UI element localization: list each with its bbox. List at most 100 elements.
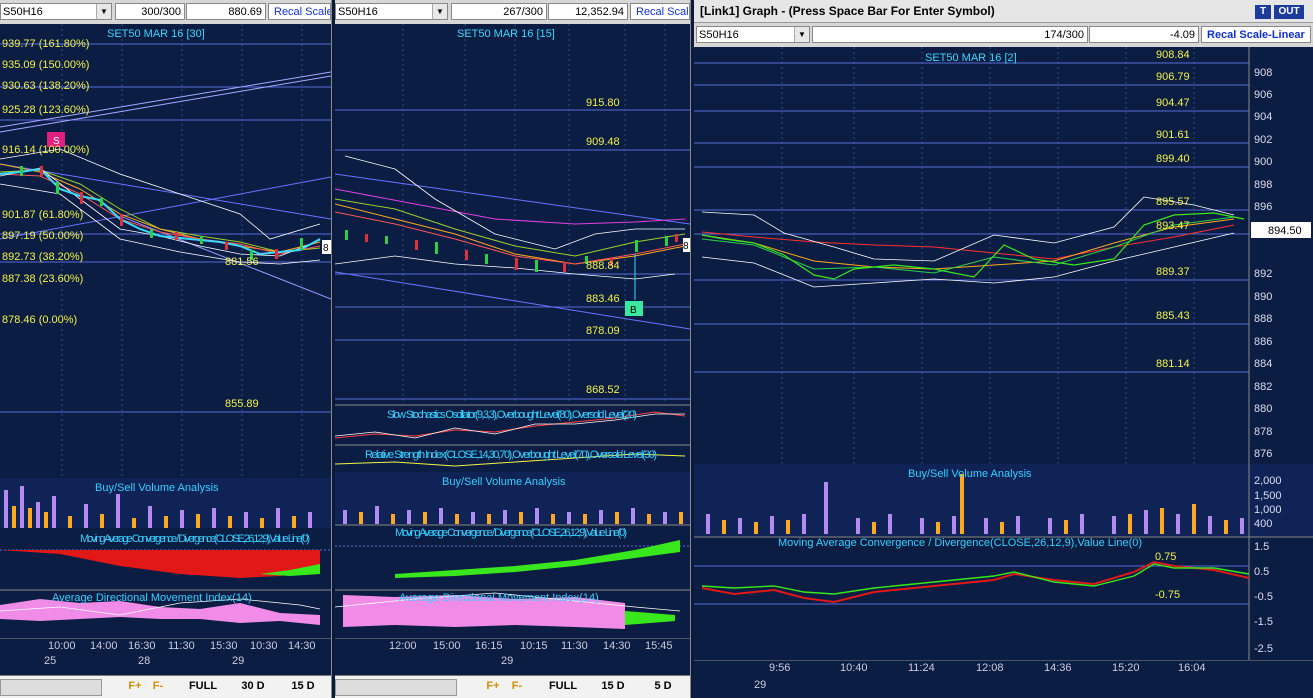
svg-text:881.14: 881.14 xyxy=(1156,358,1190,370)
last-value-field: 880.69 xyxy=(186,3,266,20)
time-axis: 10:00 14:00 16:30 11:30 15:30 10:30 14:30 2… xyxy=(0,638,331,667)
svg-text:-1.5: -1.5 xyxy=(1254,616,1273,628)
chevron-down-icon[interactable]: ▼ xyxy=(794,27,809,42)
rsi-panel: Relative Strength Index(CLOSE,14,30,70),… xyxy=(335,444,690,467)
svg-text:10:40: 10:40 xyxy=(840,662,868,674)
svg-text:16:04: 16:04 xyxy=(1178,662,1206,674)
svg-text:29: 29 xyxy=(754,679,766,691)
full-button[interactable]: FULL xyxy=(540,678,586,695)
rsi-label: Relative Strength Index(CLOSE,14,30,70),… xyxy=(365,449,657,461)
adx-panel: Average Directional Movement Index(14) xyxy=(0,589,331,625)
time-axis: 12:00 15:00 16:15 10:15 11:30 14:30 15:45 29 xyxy=(335,638,690,667)
svg-text:896: 896 xyxy=(1254,201,1272,213)
bottom-toolbar: F+ F- FULL 30 D 15 D xyxy=(0,675,331,698)
svg-text:887.38 (23.60%): 887.38 (23.60%) xyxy=(2,273,83,285)
volume-panel: Buy/Sell Volume Analysis 2,000 1,500 1,00… xyxy=(694,464,1313,536)
svg-text:878.09: 878.09 xyxy=(586,325,620,337)
f-minus-icon[interactable]: F- xyxy=(148,678,168,695)
svg-text:888.84: 888.84 xyxy=(586,260,620,272)
last-value-field: -4.09 xyxy=(1089,26,1199,43)
svg-text:884: 884 xyxy=(1254,358,1272,370)
svg-text:11:24: 11:24 xyxy=(908,662,935,674)
scrollbar[interactable] xyxy=(0,679,102,696)
svg-text:878.46 (0.00%): 878.46 (0.00%) xyxy=(2,314,77,326)
svg-text:28: 28 xyxy=(138,655,150,667)
range-30d-button[interactable]: 30 D xyxy=(230,678,276,695)
svg-text:880: 880 xyxy=(1254,403,1272,415)
symbol-select[interactable]: S50H16 ▼ xyxy=(696,26,810,43)
chart-title: SET50 MAR 16 [15] xyxy=(457,28,555,40)
svg-text:885.43: 885.43 xyxy=(1156,310,1190,322)
svg-text:901.87 (61.80%): 901.87 (61.80%) xyxy=(2,209,83,221)
recal-scale-button[interactable]: Recal Scale xyxy=(630,3,690,20)
buy-marker-label: B xyxy=(630,305,637,316)
svg-text:-0.5: -0.5 xyxy=(1254,591,1273,603)
svg-text:10:30: 10:30 xyxy=(250,640,278,652)
svg-text:855.89: 855.89 xyxy=(225,398,259,410)
time-axis: 9:56 10:40 11:24 12:08 14:36 15:20 16:04 29 xyxy=(694,660,1313,691)
chevron-down-icon[interactable]: ▼ xyxy=(432,4,447,19)
macd-panel: Moving Average Convergence / Divergence(… xyxy=(335,524,690,578)
full-button[interactable]: FULL xyxy=(180,678,226,695)
f-plus-icon[interactable]: F+ xyxy=(125,678,145,695)
svg-text:895.57: 895.57 xyxy=(1156,196,1190,208)
svg-text:868.52: 868.52 xyxy=(586,384,620,396)
svg-text:10:00: 10:00 xyxy=(48,640,76,652)
macd-label: Moving Average Convergence / Divergence(… xyxy=(80,533,310,545)
scrollbar[interactable] xyxy=(335,679,457,696)
recal-scale-button[interactable]: Recal Scale xyxy=(268,3,331,20)
svg-text:16:15: 16:15 xyxy=(475,640,503,652)
svg-text:2,000: 2,000 xyxy=(1254,475,1282,487)
svg-text:15:45: 15:45 xyxy=(645,640,673,652)
range-5d-button[interactable]: 5 D xyxy=(640,678,686,695)
svg-text:901.61: 901.61 xyxy=(1156,129,1190,141)
buysell-label: Buy/Sell Volume Analysis xyxy=(95,482,219,494)
toolbar: S50H16 ▼ 267/300 12,352.94 Recal Scale xyxy=(335,0,690,24)
adx-label: Average Directional Movement Index(14) xyxy=(399,592,599,604)
svg-text:878: 878 xyxy=(1254,426,1272,438)
toolbar: S50H16 ▼ 300/300 880.69 Recal Scale xyxy=(0,0,331,24)
svg-text:882: 882 xyxy=(1254,381,1272,393)
f-plus-icon[interactable]: F+ xyxy=(483,678,503,695)
svg-text:14:36: 14:36 xyxy=(1044,662,1072,674)
symbol-select[interactable]: S50H16 ▼ xyxy=(335,3,448,20)
svg-text:14:30: 14:30 xyxy=(288,640,316,652)
buysell-label: Buy/Sell Volume Analysis xyxy=(442,476,566,488)
svg-text:916.14 (100.00%): 916.14 (100.00%) xyxy=(2,144,89,156)
svg-text:14:30: 14:30 xyxy=(603,640,631,652)
svg-text:0.5: 0.5 xyxy=(1254,566,1269,578)
chart-panel-1: S50H16 ▼ 300/300 880.69 Recal Scale S 939… xyxy=(0,0,332,698)
svg-text:908: 908 xyxy=(1254,67,1272,79)
svg-text:876: 876 xyxy=(1254,448,1272,460)
t-button[interactable]: T xyxy=(1255,5,1271,19)
records-field: 300/300 xyxy=(115,3,185,20)
svg-text:25: 25 xyxy=(44,655,56,667)
price-edge-label: 8 xyxy=(323,243,329,254)
price-chart: S 939.77 (161.80%)935.09 (150.00%) 930.6… xyxy=(0,24,331,479)
svg-text:935.09 (150.00%): 935.09 (150.00%) xyxy=(2,59,89,71)
records-field: 174/300 xyxy=(812,26,1088,43)
chevron-down-icon[interactable]: ▼ xyxy=(96,4,111,19)
recal-scale-linear-button[interactable]: Recal Scale-Linear xyxy=(1201,26,1311,43)
svg-text:890: 890 xyxy=(1254,291,1272,303)
price-edge-label: 8 xyxy=(683,241,689,252)
svg-text:9:56: 9:56 xyxy=(769,662,790,674)
f-minus-icon[interactable]: F- xyxy=(507,678,527,695)
svg-text:939.77 (161.80%): 939.77 (161.80%) xyxy=(2,38,89,50)
adx-label: Average Directional Movement Index(14) xyxy=(52,592,252,604)
svg-text:883.46: 883.46 xyxy=(586,293,620,305)
svg-text:897.19 (50.00%): 897.19 (50.00%) xyxy=(2,230,83,242)
svg-text:-0.75: -0.75 xyxy=(1155,589,1180,601)
chart-panel-3: [Link1] Graph - (Press Space Bar For Ent… xyxy=(694,0,1313,698)
range-15d-button[interactable]: 15 D xyxy=(280,678,326,695)
price-chart: 908.84 906.79 904.47 901.61 899.40 895.57 8… xyxy=(694,47,1311,465)
svg-text:10:15: 10:15 xyxy=(520,640,548,652)
symbol-select[interactable]: S50H16 ▼ xyxy=(0,3,112,20)
svg-text:29: 29 xyxy=(232,655,244,667)
records-field: 267/300 xyxy=(451,3,547,20)
svg-text:899.40: 899.40 xyxy=(1156,153,1190,165)
volume-panel: Buy/Sell Volume Analysis xyxy=(335,472,690,524)
out-button[interactable]: OUT xyxy=(1274,5,1304,19)
svg-text:906: 906 xyxy=(1254,89,1272,101)
range-15d-button[interactable]: 15 D xyxy=(590,678,636,695)
